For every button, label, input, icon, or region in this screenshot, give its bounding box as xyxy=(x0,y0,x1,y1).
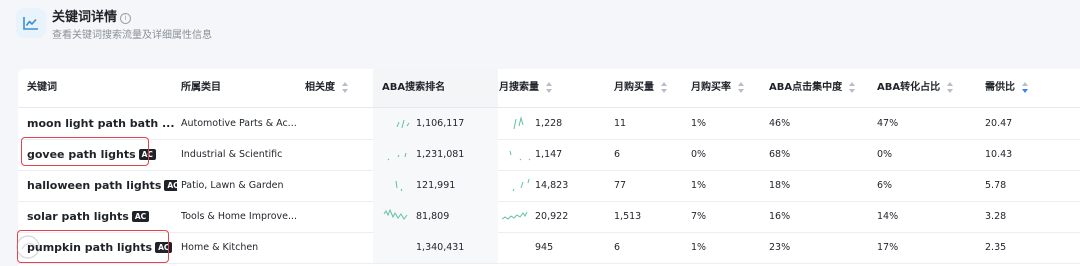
relevance-cell xyxy=(305,108,365,139)
demand-supply-cell: 2.35 xyxy=(985,242,1007,253)
trend-sparkline xyxy=(383,208,408,220)
monthly-purchase-cell: 6 xyxy=(614,149,621,160)
demand-supply-cell: 20.47 xyxy=(985,118,1013,129)
conversion-share-cell: 17% xyxy=(877,242,899,253)
demand-supply-cell: 5.78 xyxy=(985,180,1007,191)
aba-rank-cell: 1,106,117 xyxy=(373,108,498,139)
monthly-search-cell: 20,922 xyxy=(499,201,609,232)
purchase-rate-cell: 1% xyxy=(691,118,707,129)
category-cell: Patio, Lawn & Garden xyxy=(181,180,284,191)
ac-badge: AC xyxy=(138,149,156,160)
relevance-cell xyxy=(305,201,365,232)
col-header-purchase-rate[interactable]: 月购买率 xyxy=(691,69,761,107)
sort-icon[interactable] xyxy=(849,81,856,93)
monthly-purchase-cell: 77 xyxy=(614,180,627,191)
col-header-click-concentration[interactable]: ABA点击集中度 xyxy=(769,69,874,107)
table-header: 关键词 所属类目 相关度 ABA搜索排名 月搜索量 月购买量 月购买率 ABA点… xyxy=(18,69,1080,108)
category-cell: Industrial & Scientific xyxy=(181,149,283,160)
aba-rank-cell: 1,340,431 xyxy=(373,232,498,263)
purchase-rate-cell: 7% xyxy=(691,211,707,222)
keyword-cell[interactable]: govee path lights AC xyxy=(27,139,177,170)
category-cell: Tools & Home Improve... xyxy=(181,211,298,222)
click-concentration-cell: 68% xyxy=(769,149,791,160)
table-row[interactable]: moon light path bath ...AC Automotive Pa… xyxy=(18,108,1080,140)
col-header-demand-supply[interactable]: 需供比 xyxy=(985,69,1065,107)
keyword-table: 关键词 所属类目 相关度 ABA搜索排名 月搜索量 月购买量 月购买率 ABA点… xyxy=(18,69,1080,266)
relevance-cell xyxy=(305,170,365,201)
click-concentration-cell: 23% xyxy=(769,242,791,253)
line-chart-icon xyxy=(16,8,46,38)
purchase-rate-cell: 0% xyxy=(691,149,707,160)
section-subtitle: 查看关键词搜索流量及详细属性信息 xyxy=(52,30,212,41)
table-row[interactable]: govee path lights AC Industrial & Scienti… xyxy=(18,139,1080,171)
relevance-cell xyxy=(305,232,365,263)
trend-sparkline xyxy=(387,152,407,161)
purchase-rate-cell: 1% xyxy=(691,242,707,253)
sort-icon[interactable] xyxy=(546,81,552,93)
conversion-share-cell: 0% xyxy=(877,149,893,160)
sort-icon[interactable] xyxy=(738,81,744,93)
ac-badge: AC xyxy=(131,211,150,222)
col-header-conversion-share[interactable]: ABA转化占比 xyxy=(877,69,977,107)
monthly-purchase-cell: 1,513 xyxy=(614,211,642,222)
trend-sparkline xyxy=(396,119,410,129)
table-row[interactable]: pumpkin path lights AC Home & Kitchen 1,3… xyxy=(18,232,1080,264)
trend-sparkline xyxy=(512,178,530,192)
demand-supply-cell: 10.43 xyxy=(985,149,1013,160)
trend-sparkline xyxy=(501,211,528,220)
monthly-purchase-cell: 6 xyxy=(614,242,621,253)
col-header-monthly-purchase[interactable]: 月购买量 xyxy=(614,69,684,107)
sort-desc-icon[interactable] xyxy=(1022,81,1028,93)
sort-icon[interactable] xyxy=(947,81,954,93)
col-header-relevance[interactable]: 相关度 xyxy=(305,69,370,107)
monthly-search-cell: 945 xyxy=(535,242,554,253)
category-cell: Automotive Parts & Ac... xyxy=(181,118,297,129)
conversion-share-cell: 6% xyxy=(877,180,893,191)
col-header-keyword: 关键词 xyxy=(27,82,57,93)
info-icon[interactable]: i xyxy=(120,13,132,24)
category-cell: Home & Kitchen xyxy=(181,242,259,253)
keyword-cell[interactable]: moon light path bath ...AC xyxy=(27,108,177,139)
aba-rank-cell: 1,231,081 xyxy=(373,139,498,170)
monthly-search-cell: 1,228 xyxy=(499,108,609,139)
sort-icon[interactable] xyxy=(342,81,348,93)
click-concentration-cell: 18% xyxy=(769,180,791,191)
watermark-logo xyxy=(16,235,40,259)
conversion-share-cell: 47% xyxy=(877,118,899,129)
click-concentration-cell: 16% xyxy=(769,211,791,222)
demand-supply-cell: 3.28 xyxy=(985,211,1007,222)
sort-icon[interactable] xyxy=(661,81,667,93)
purchase-rate-cell: 1% xyxy=(691,180,707,191)
col-header-category: 所属类目 xyxy=(181,82,221,93)
ac-badge: AC xyxy=(155,242,173,253)
col-header-aba-rank: ABA搜索排名 xyxy=(373,69,498,107)
monthly-purchase-cell: 11 xyxy=(614,118,627,129)
table-row[interactable]: halloween path lights AC Patio, Lawn & Ga… xyxy=(18,170,1080,202)
monthly-search-cell: 14,823 xyxy=(499,170,609,201)
ac-badge: AC xyxy=(164,180,177,191)
section-title: 关键词详情 i xyxy=(52,6,132,25)
click-concentration-cell: 46% xyxy=(769,118,791,129)
relevance-cell xyxy=(305,139,365,170)
aba-rank-cell: 81,809 xyxy=(373,201,498,232)
table-row[interactable]: solar path lights AC Tools & Home Improve… xyxy=(18,201,1080,233)
trend-sparkline xyxy=(513,116,524,130)
keyword-cell[interactable]: halloween path lights AC xyxy=(27,170,177,201)
monthly-search-cell: 1,147 xyxy=(499,139,609,170)
conversion-share-cell: 14% xyxy=(877,211,899,222)
col-header-monthly-search[interactable]: 月搜索量 xyxy=(499,69,599,107)
keyword-cell[interactable]: solar path lights AC xyxy=(27,201,177,232)
trend-sparkline xyxy=(509,150,531,161)
aba-rank-cell: 121,991 xyxy=(373,170,498,201)
